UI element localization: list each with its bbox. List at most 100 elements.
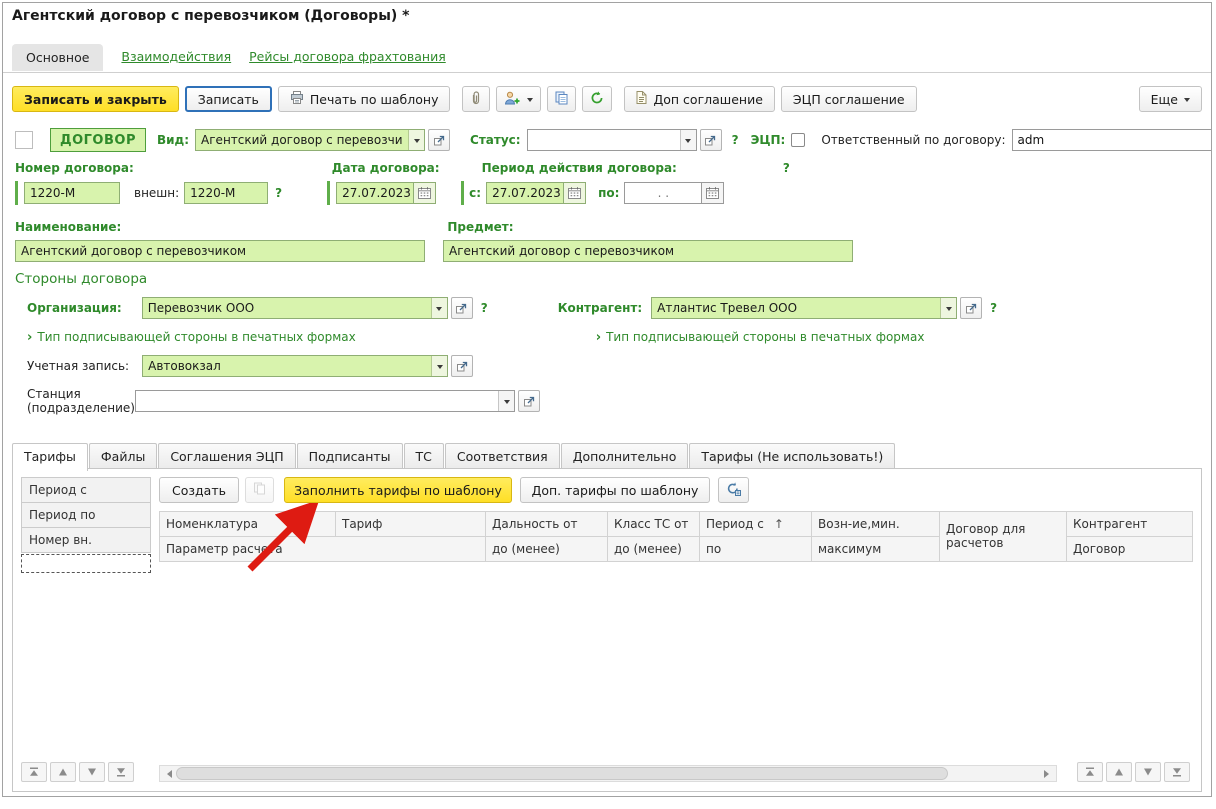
kind-dropdown-button[interactable]: [408, 130, 424, 150]
period-grid-header-to[interactable]: Период по: [21, 502, 151, 528]
column-header-remuneration-min[interactable]: Возн-ие,мин.: [812, 512, 940, 537]
chevron-right-icon: ›: [27, 330, 32, 345]
station-dropdown-button[interactable]: [498, 391, 514, 411]
status-open-button[interactable]: [700, 129, 722, 151]
contract-date-input[interactable]: 27.07.2023: [336, 182, 414, 204]
contract-image-placeholder[interactable]: [15, 131, 33, 149]
account-open-button[interactable]: [451, 355, 473, 377]
number-help-mark[interactable]: ?: [275, 186, 282, 200]
period-grid-header-from[interactable]: Период с: [21, 477, 151, 503]
go-up-button[interactable]: [1106, 762, 1132, 782]
go-down-button[interactable]: [1135, 762, 1161, 782]
organization-help-mark[interactable]: ?: [481, 301, 488, 315]
organization-open-button[interactable]: [451, 297, 473, 319]
column-header-period-to[interactable]: по: [700, 537, 812, 562]
go-top-button[interactable]: [21, 762, 47, 782]
column-header-counterparty[interactable]: Контрагент: [1067, 512, 1193, 537]
scroll-right-button[interactable]: [1041, 770, 1056, 778]
go-up-button[interactable]: [50, 762, 76, 782]
period-grid-selected-row[interactable]: [21, 554, 151, 573]
ecp-checkbox[interactable]: [791, 133, 805, 147]
calendar-icon[interactable]: [702, 182, 724, 204]
contract-date-label: Дата договора:: [332, 161, 440, 175]
validity-help-mark[interactable]: ?: [783, 161, 790, 175]
scroll-left-button[interactable]: [160, 770, 175, 778]
organization-label: Организация:: [27, 301, 122, 315]
tab-main[interactable]: Основное: [12, 44, 103, 71]
annotation-arrow: [240, 503, 326, 579]
detail-tab-tariffs-deprecated[interactable]: Тарифы (Не использовать!): [689, 443, 895, 469]
column-header-period-from[interactable]: Период с↑: [700, 512, 812, 537]
go-bottom-button[interactable]: [1164, 762, 1190, 782]
tab-charter-trips[interactable]: Рейсы договора фрахтования: [249, 49, 446, 71]
save-button[interactable]: Записать: [185, 86, 272, 112]
station-open-button[interactable]: [518, 390, 540, 412]
account-combobox[interactable]: Автовокзал: [142, 355, 448, 377]
column-header-distance-from[interactable]: Дальность от: [486, 512, 608, 537]
organization-dropdown-button[interactable]: [431, 298, 447, 318]
add-contact-button[interactable]: [496, 86, 541, 112]
update-from-template-button[interactable]: [718, 477, 749, 503]
counterparty-open-button[interactable]: [960, 297, 982, 319]
status-dropdown-button[interactable]: [680, 130, 696, 150]
scrollbar-thumb[interactable]: [176, 767, 948, 780]
name-input[interactable]: Агентский договор с перевозчиком: [15, 240, 425, 262]
contract-number-input[interactable]: 1220-М: [24, 182, 120, 204]
calendar-icon[interactable]: [414, 182, 436, 204]
column-header-distance-to[interactable]: до (менее): [486, 537, 608, 562]
status-help-mark[interactable]: ?: [732, 133, 739, 147]
detail-tab-additional[interactable]: Дополнительно: [561, 443, 689, 469]
external-number-input[interactable]: 1220-М: [184, 182, 268, 204]
column-header-remuneration-max[interactable]: максимум: [812, 537, 940, 562]
period-grid-header-number[interactable]: Номер вн.: [21, 527, 151, 553]
toolbar: Записать и закрыть Записать Печать по ша…: [12, 86, 1202, 112]
create-button[interactable]: Создать: [159, 477, 239, 503]
refresh-button[interactable]: [582, 86, 612, 112]
station-combobox[interactable]: [135, 390, 515, 412]
organization-combobox[interactable]: Перевозчик ООО: [142, 297, 448, 319]
counterparty-signer-type-link[interactable]: › Тип подписывающей стороны в печатных ф…: [596, 330, 925, 345]
attachments-button[interactable]: [462, 86, 490, 112]
horizontal-scrollbar[interactable]: [159, 765, 1057, 782]
counterparty-help-mark[interactable]: ?: [990, 301, 997, 315]
calendar-icon[interactable]: [564, 182, 586, 204]
copy-row-button[interactable]: [245, 477, 274, 503]
column-header-contract[interactable]: Договор: [1067, 537, 1193, 562]
org-signer-type-link[interactable]: › Тип подписывающей стороны в печатных ф…: [27, 330, 356, 345]
kind-open-button[interactable]: [428, 129, 450, 151]
save-and-close-button[interactable]: Записать и закрыть: [12, 86, 179, 112]
print-by-template-button[interactable]: Печать по шаблону: [278, 86, 451, 112]
tab-interactions[interactable]: Взаимодействия: [121, 49, 231, 71]
subject-input[interactable]: Агентский договор с перевозчиком: [443, 240, 853, 262]
ecp-agreement-button[interactable]: ЭЦП соглашение: [781, 86, 917, 112]
fill-tariffs-by-template-button[interactable]: Заполнить тарифы по шаблону: [284, 477, 512, 503]
header-fields-row: ДОГОВОР Вид: Агентский договор с перевоз…: [12, 127, 1212, 153]
counterparty-dropdown-button[interactable]: [940, 298, 956, 318]
column-header-tariff[interactable]: Тариф: [336, 512, 486, 537]
detail-tab-correspondences[interactable]: Соответствия: [445, 443, 560, 469]
counterparty-combobox[interactable]: Атлантис Тревел ООО: [651, 297, 957, 319]
detail-tab-tariffs[interactable]: Тарифы: [12, 443, 88, 471]
go-bottom-button[interactable]: [108, 762, 134, 782]
validity-from-input[interactable]: 27.07.2023: [486, 182, 564, 204]
validity-to-input[interactable]: . .: [624, 182, 702, 204]
detail-tab-ecp-agreements[interactable]: Соглашения ЭЦП: [158, 443, 295, 469]
print-by-template-label: Печать по шаблону: [310, 92, 439, 107]
kind-combobox[interactable]: Агентский договор с перевозчи: [195, 129, 425, 151]
status-combobox[interactable]: [527, 129, 697, 151]
detail-tab-vehicles[interactable]: ТС: [404, 443, 444, 469]
more-button[interactable]: Еще: [1139, 86, 1202, 112]
detail-tab-files[interactable]: Файлы: [89, 443, 157, 469]
extra-agreement-button[interactable]: Доп соглашение: [624, 86, 774, 112]
go-down-button[interactable]: [79, 762, 105, 782]
column-header-settlement-contract[interactable]: Договор для расчетов: [940, 512, 1067, 562]
responsible-combobox[interactable]: adm: [1012, 129, 1212, 151]
create-based-on-button[interactable]: [547, 86, 576, 112]
column-header-vehicle-class-from[interactable]: Класс ТС от: [608, 512, 700, 537]
extra-tariffs-by-template-button[interactable]: Доп. тарифы по шаблону: [520, 477, 710, 503]
detail-tab-signers[interactable]: Подписанты: [297, 443, 403, 469]
column-header-vehicle-class-to[interactable]: до (менее): [608, 537, 700, 562]
go-top-button[interactable]: [1077, 762, 1103, 782]
account-dropdown-button[interactable]: [431, 356, 447, 376]
number-labels-row: Номер договора: Дата договора: Период де…: [12, 159, 790, 177]
